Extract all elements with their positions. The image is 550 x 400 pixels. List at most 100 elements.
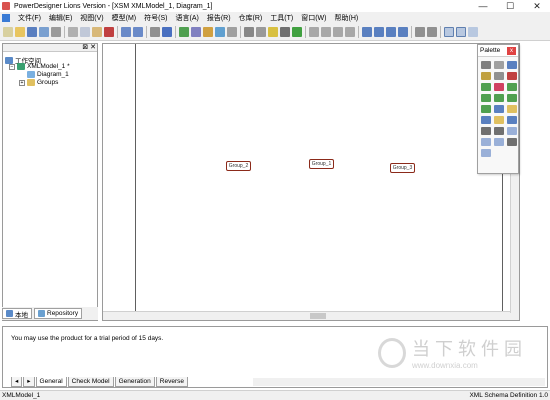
undo-icon[interactable]	[121, 27, 131, 37]
arc-icon[interactable]	[494, 127, 504, 135]
properties-icon[interactable]	[494, 72, 504, 80]
zoom-page-icon[interactable]	[398, 27, 408, 37]
zoom-fit-icon[interactable]	[386, 27, 396, 37]
scrollbar-thumb[interactable]	[310, 313, 326, 319]
paste-icon[interactable]	[92, 27, 102, 37]
font-icon[interactable]	[292, 27, 302, 37]
group-node[interactable]: Group_3	[390, 163, 415, 173]
import-icon[interactable]	[203, 27, 213, 37]
collapse-icon[interactable]: −	[9, 63, 15, 70]
tab-prev-arrow[interactable]: ◂	[11, 377, 23, 387]
tab-check-model[interactable]: Check Model	[67, 377, 114, 387]
tree-item-groups[interactable]: + Groups	[19, 79, 58, 86]
tab-generation[interactable]: Generation	[114, 377, 155, 387]
fill-icon[interactable]	[280, 27, 290, 37]
delete-icon[interactable]	[507, 72, 517, 80]
line-icon[interactable]	[481, 127, 491, 135]
palette-panel: Palette x	[477, 44, 519, 174]
save-icon[interactable]	[27, 27, 37, 37]
menu-repository[interactable]: 仓库(R)	[235, 13, 267, 23]
palette-tools	[478, 57, 518, 161]
copy-icon[interactable]	[80, 27, 90, 37]
group-icon[interactable]	[309, 27, 319, 37]
open-package-icon[interactable]	[481, 72, 491, 80]
ungroup-icon[interactable]	[321, 27, 331, 37]
notation-icon[interactable]	[481, 105, 491, 113]
polyline-icon[interactable]	[507, 138, 517, 146]
menu-report[interactable]: 报告(R)	[203, 13, 235, 23]
annotation-icon[interactable]	[494, 105, 504, 113]
open-icon[interactable]	[15, 27, 25, 37]
horizontal-scrollbar[interactable]	[103, 311, 519, 320]
grid-icon[interactable]	[415, 27, 425, 37]
cut-icon[interactable]	[68, 27, 78, 37]
print-icon[interactable]	[51, 27, 61, 37]
palette-close-button[interactable]: x	[507, 46, 516, 55]
zoom-in-icon[interactable]	[362, 27, 372, 37]
minimize-button[interactable]: —	[470, 0, 496, 12]
complex-type-icon[interactable]	[481, 94, 491, 102]
refresh-icon[interactable]	[427, 27, 437, 37]
link-icon[interactable]	[481, 116, 491, 124]
export-icon[interactable]	[215, 27, 225, 37]
result-toggle-icon[interactable]	[468, 27, 478, 37]
output-message: You may use the product for a trial peri…	[11, 335, 164, 342]
import-icon[interactable]	[494, 116, 504, 124]
format-icon[interactable]	[256, 27, 266, 37]
tree-item-diagram[interactable]: Diagram_1	[27, 71, 69, 78]
close-icon[interactable]: ⊠ ✕	[82, 44, 96, 52]
menu-tools[interactable]: 工具(T)	[266, 13, 297, 23]
tab-local[interactable]: 本地	[2, 308, 32, 319]
group-node[interactable]: Group_1	[309, 159, 334, 169]
attribute-icon[interactable]	[507, 83, 517, 91]
menu-help[interactable]: 帮助(H)	[331, 13, 363, 23]
tab-repository[interactable]: Repository	[34, 308, 83, 319]
browser-toggle-icon[interactable]	[444, 27, 454, 37]
reverse-icon[interactable]	[191, 27, 201, 37]
zoom-icon[interactable]	[507, 61, 517, 69]
menu-language[interactable]: 语言(A)	[171, 13, 202, 23]
pointer-icon[interactable]	[481, 61, 491, 69]
tab-general[interactable]: General	[35, 377, 67, 387]
properties-icon[interactable]	[150, 27, 160, 37]
save-all-icon[interactable]	[39, 27, 49, 37]
compare-icon[interactable]	[227, 27, 237, 37]
check-model-icon[interactable]	[162, 27, 172, 37]
ellipse-icon[interactable]	[481, 138, 491, 146]
menu-symbol[interactable]: 符号(S)	[140, 13, 171, 23]
include-icon[interactable]	[507, 116, 517, 124]
delete-icon[interactable]	[104, 27, 114, 37]
polygon-icon[interactable]	[481, 149, 491, 157]
menu-file[interactable]: 文件(F)	[14, 13, 45, 23]
file-icon[interactable]	[507, 105, 517, 113]
group-node[interactable]: Group_2	[226, 161, 251, 171]
diagram-canvas[interactable]: Group_2 Group_1 Group_3	[102, 43, 520, 321]
menu-window[interactable]: 窗口(W)	[297, 13, 330, 23]
menu-edit[interactable]: 编辑(E)	[45, 13, 76, 23]
output-scrollbar[interactable]	[253, 378, 545, 386]
send-back-icon[interactable]	[345, 27, 355, 37]
group-icon[interactable]	[494, 83, 504, 91]
generate-icon[interactable]	[179, 27, 189, 37]
attribute-group-icon[interactable]	[507, 94, 517, 102]
menu-view[interactable]: 视图(V)	[76, 13, 107, 23]
align-icon[interactable]	[244, 27, 254, 37]
redo-icon[interactable]	[133, 27, 143, 37]
tab-reverse[interactable]: Reverse	[155, 377, 188, 387]
new-icon[interactable]	[3, 27, 13, 37]
element-icon[interactable]	[481, 83, 491, 91]
grabber-icon[interactable]	[494, 61, 504, 69]
tree-item-model[interactable]: − XMLModel_1 *	[9, 63, 70, 70]
rectangle-icon[interactable]	[507, 127, 517, 135]
pen-icon[interactable]	[268, 27, 278, 37]
close-button[interactable]: ✕	[524, 0, 550, 12]
tab-next-arrow[interactable]: ▸	[23, 377, 35, 387]
bring-front-icon[interactable]	[333, 27, 343, 37]
rounded-rectangle-icon[interactable]	[494, 138, 504, 146]
zoom-out-icon[interactable]	[374, 27, 384, 37]
output-toggle-icon[interactable]	[456, 27, 466, 37]
expand-icon[interactable]: +	[19, 79, 25, 86]
menu-model[interactable]: 模型(M)	[108, 13, 141, 23]
maximize-button[interactable]: ☐	[497, 0, 523, 12]
simple-type-icon[interactable]	[494, 94, 504, 102]
